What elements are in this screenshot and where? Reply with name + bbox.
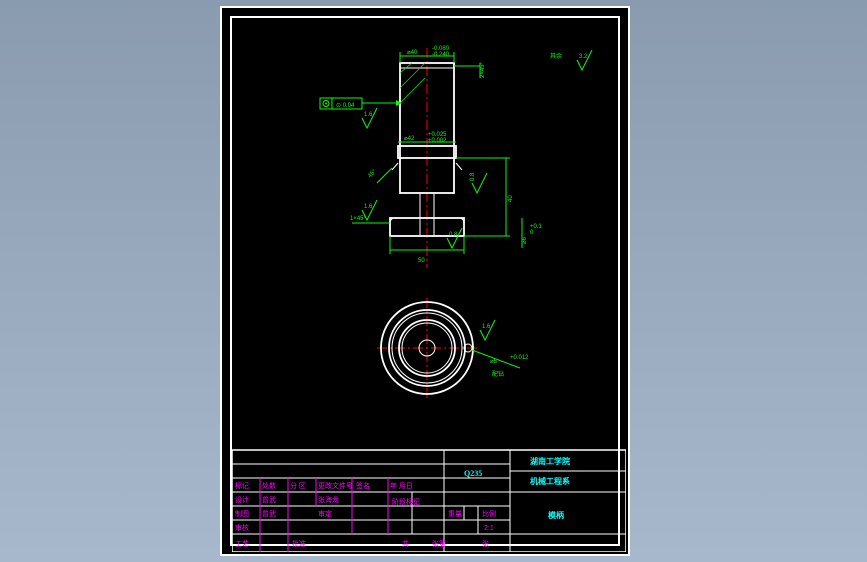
- geom-tolerance: ⊙ 0.04: [320, 98, 402, 109]
- lbl-draw: 制图: [235, 509, 249, 518]
- dim-d6-tol-l: 0: [530, 230, 534, 236]
- dim-d40: ⌀40: [407, 50, 418, 56]
- drawing-canvas: ⌀40 -0.080 -0.240 2×45° ⌀42 +0.025 +0.00…: [232, 18, 626, 552]
- dim-d40-tol-l: -0.240: [432, 52, 450, 58]
- footer-0: 共: [402, 539, 409, 548]
- dim-d5: ⌀5: [490, 359, 498, 365]
- part-name: 模柄: [548, 510, 564, 520]
- lbl-weight: 重量: [448, 510, 462, 518]
- lbl-stage: 阶段标记: [392, 497, 420, 506]
- ra-16-1: 1.6: [364, 112, 373, 118]
- dim-d5-label: 配钻: [492, 370, 504, 378]
- lbl-approve: 审定: [318, 509, 332, 518]
- ra-16-3: 1.6: [482, 324, 491, 330]
- dim-1x45: 1×45°: [350, 216, 367, 222]
- drawing-sheet: ⌀40 -0.080 -0.240 2×45° ⌀42 +0.025 +0.00…: [220, 6, 630, 556]
- dim-45: 45°: [367, 168, 378, 179]
- title-block: 湖南工学院 机械工程系 模柄 Q235 标记 处数 分 区 更改文件号 签名 年…: [232, 450, 626, 552]
- bottom-view: 1.6 ⌀5 +0.012 配钻: [377, 298, 529, 398]
- institution: 湖南工学院: [530, 456, 570, 466]
- footer-2: 张: [482, 539, 489, 548]
- lbl-process: 工艺: [235, 540, 249, 548]
- department: 机械工程系: [530, 476, 570, 486]
- dim-d42-tol-l: +0.002: [428, 138, 447, 144]
- lbl-check: 审核: [235, 523, 249, 532]
- name-design2: 张海龙: [318, 495, 339, 504]
- lbl-zone: 分 区: [290, 481, 306, 490]
- scale-val: 2:1: [484, 525, 494, 532]
- dim-d6: ⌀6: [522, 236, 528, 244]
- dim-40: 40: [508, 195, 514, 202]
- dim-50: 50: [418, 258, 425, 264]
- dimensions: ⌀40 -0.080 -0.240 2×45° ⌀42 +0.025 +0.00…: [350, 46, 543, 264]
- ra-32: 3.2: [579, 54, 588, 60]
- geom-val: ⊙ 0.04: [336, 103, 355, 109]
- material: Q235: [464, 469, 482, 478]
- ra-16-2: 1.6: [364, 204, 373, 210]
- lbl-sign: 签名: [356, 481, 370, 490]
- drawing-frame: ⌀40 -0.080 -0.240 2×45° ⌀42 +0.025 +0.00…: [230, 16, 620, 546]
- dim-d42: ⌀42: [404, 136, 415, 142]
- name-draw: 曾武: [262, 509, 276, 518]
- lbl-date: 年 月日: [390, 481, 413, 490]
- footer-1: 张第: [432, 539, 446, 548]
- ra-08-2: 0.8: [449, 232, 458, 238]
- lbl-ratify: 批准: [292, 539, 306, 548]
- lbl-mark: 标记: [235, 481, 249, 490]
- dim-chamfer2x45: 2×45°: [480, 61, 486, 78]
- ra-08-1: 0.8: [470, 172, 476, 181]
- dim-d5-tol: +0.012: [510, 355, 529, 361]
- lbl-scale: 比例: [482, 509, 496, 518]
- lbl-count: 处数: [262, 481, 276, 490]
- name-design: 曾武: [262, 495, 276, 504]
- other-label: 其余: [550, 52, 562, 60]
- lbl-doc: 更改文件号: [318, 481, 353, 490]
- lbl-design: 设计: [235, 495, 249, 504]
